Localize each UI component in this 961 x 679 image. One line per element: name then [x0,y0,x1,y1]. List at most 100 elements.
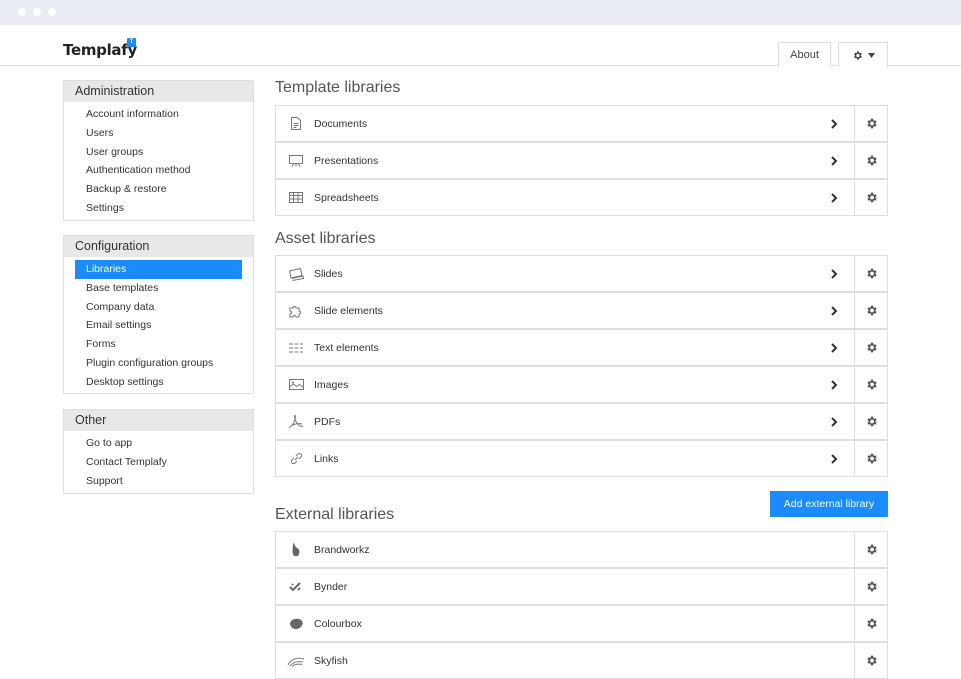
library-row-slide-elements[interactable]: Slide elements [275,292,888,329]
chevron-right-icon[interactable] [830,155,838,166]
skyfish-icon [287,657,305,667]
chevron-right-icon[interactable] [830,192,838,203]
sidebar-item-plugin-configuration-groups[interactable]: Plugin configuration groups [75,354,242,373]
sidebar-section-title: Other [64,410,253,431]
chevron-right-icon[interactable] [830,118,838,129]
gear-icon [866,192,877,203]
chevron-right-icon[interactable] [830,416,838,427]
library-row-links[interactable]: Links [275,440,888,477]
library-row-presentations[interactable]: Presentations [275,142,888,179]
document-icon [291,117,301,130]
settings-dropdown-button[interactable] [838,42,888,67]
library-settings-button[interactable] [854,256,887,291]
section-title-external-libraries: External libraries [275,506,395,523]
external-library-row-colourbox[interactable]: Colourbox [275,605,888,642]
sidebar-item-go-to-app[interactable]: Go to app [75,434,242,453]
library-settings-button[interactable] [854,606,887,641]
library-settings-button[interactable] [854,569,887,604]
library-settings-button[interactable] [854,367,887,402]
sidebar-item-users[interactable]: Users [75,124,242,143]
library-row-documents[interactable]: Documents [275,105,888,142]
library-label: Brandworkz [314,543,370,556]
puzzle-icon [289,305,301,317]
library-label: PDFs [314,415,341,428]
sidebar-item-desktop-settings[interactable]: Desktop settings [75,373,242,392]
presentation-icon [289,155,303,167]
library-settings-button[interactable] [854,643,887,678]
external-library-row-bynder[interactable]: Bynder [275,568,888,605]
colourbox-icon [290,618,303,630]
library-settings-button[interactable] [854,180,887,215]
sidebar-item-forms[interactable]: Forms [75,335,242,354]
library-label: Skyfish [314,654,348,667]
window-dot [18,8,26,16]
chevron-right-icon[interactable] [830,342,838,353]
gear-icon [866,655,877,666]
chevron-right-icon[interactable] [830,379,838,390]
section-title-template-libraries: Template libraries [275,79,401,96]
library-label: Slides [314,267,343,280]
chevron-right-icon[interactable] [830,268,838,279]
chevron-right-icon[interactable] [830,305,838,316]
library-row-images[interactable]: Images [275,366,888,403]
text-lines-icon [289,343,303,352]
add-external-library-button[interactable]: Add external library [770,491,888,517]
gear-icon [866,342,877,353]
library-row-slides[interactable]: Slides [275,255,888,292]
library-label: Text elements [314,341,379,354]
library-label: Links [314,452,339,465]
sidebar-item-base-templates[interactable]: Base templates [75,279,242,298]
sidebar-item-contact-templafy[interactable]: Contact Templafy [75,453,242,472]
window-chrome [0,0,961,25]
library-row-pdfs[interactable]: PDFs [275,403,888,440]
library-settings-button[interactable] [854,293,887,328]
library-settings-button[interactable] [854,106,887,141]
chevron-right-icon[interactable] [830,453,838,464]
sidebar-item-backup-restore[interactable]: Backup & restore [75,180,242,199]
external-library-row-brandworkz[interactable]: Brandworkz [275,531,888,568]
sidebar-item-user-groups[interactable]: User groups [75,143,242,162]
sidebar-other: Other Go to app Contact Templafy Support [63,409,254,494]
section-title-asset-libraries: Asset libraries [275,230,376,247]
library-settings-button[interactable] [854,143,887,178]
sidebar-section-title: Configuration [64,236,253,257]
sidebar-item-settings[interactable]: Settings [75,199,242,218]
sidebar-item-company-data[interactable]: Company data [75,298,242,317]
sidebar-item-email-settings[interactable]: Email settings [75,316,242,335]
bynder-icon [289,581,301,591]
slides-icon [288,267,304,281]
link-icon [290,452,302,465]
library-label: Images [314,378,349,391]
gear-icon [866,416,877,427]
gear-icon [866,268,877,279]
gear-icon [866,618,877,629]
library-label: Colourbox [314,617,362,630]
library-settings-button[interactable] [854,404,887,439]
brandworkz-icon [292,543,300,557]
gear-icon [866,581,877,592]
window-dot [33,8,41,16]
gear-icon [866,155,877,166]
pdf-icon [288,414,304,428]
top-bar: Templafy T About [0,25,961,67]
library-row-spreadsheets[interactable]: Spreadsheets [275,179,888,216]
caret-down-icon [867,52,875,58]
image-icon [288,379,304,390]
sidebar-item-account-information[interactable]: Account information [75,105,242,124]
library-row-text-elements[interactable]: Text elements [275,329,888,366]
sidebar-item-support[interactable]: Support [75,472,242,491]
gear-icon [853,50,862,60]
library-settings-button[interactable] [854,532,887,567]
sidebar-administration: Administration Account information Users… [63,80,254,221]
library-label: Presentations [314,154,379,167]
library-settings-button[interactable] [854,330,887,365]
sidebar-item-libraries[interactable]: Libraries [75,260,242,279]
library-settings-button[interactable] [854,441,887,476]
about-button[interactable]: About [778,42,831,67]
templafy-logo[interactable]: Templafy [63,41,137,59]
library-label: Spreadsheets [314,191,379,204]
sidebar-item-authentication-method[interactable]: Authentication method [75,161,242,180]
library-label: Slide elements [314,304,383,317]
external-library-row-skyfish[interactable]: Skyfish [275,642,888,679]
library-label: Documents [314,117,368,130]
